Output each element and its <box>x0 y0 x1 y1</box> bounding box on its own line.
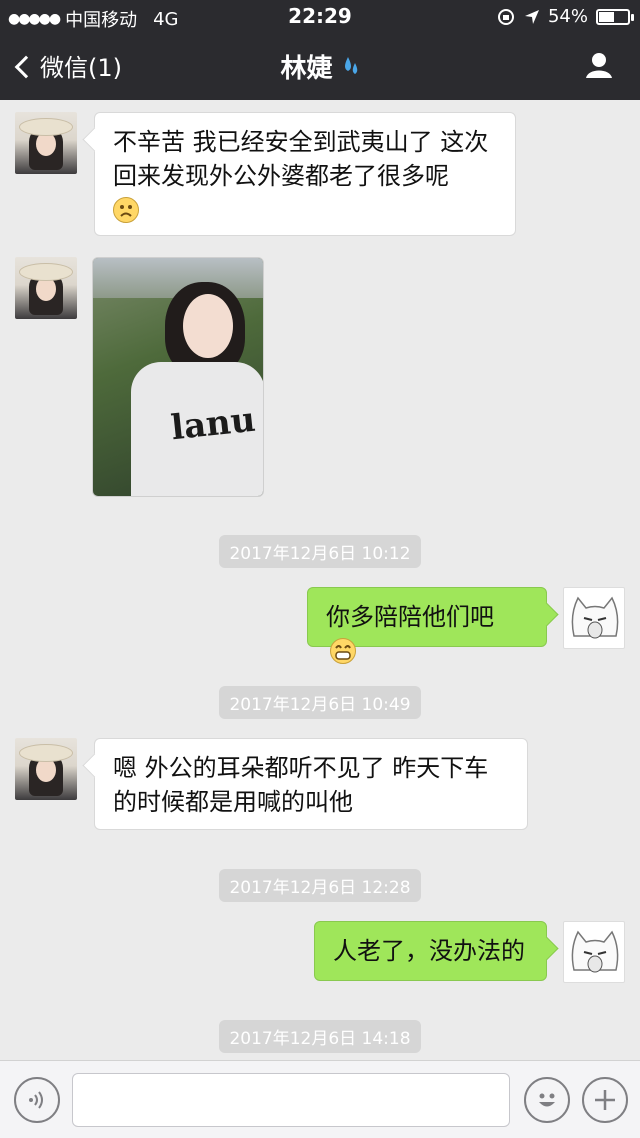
input-bar <box>0 1060 640 1138</box>
message-text: 不辛苦 我已经安全到武夷山了 这次回来发现外公外婆都老了很多呢 <box>113 128 489 190</box>
sad-face-emoji-icon <box>113 197 139 223</box>
my-avatar[interactable] <box>563 587 625 649</box>
plus-button[interactable] <box>582 1077 628 1123</box>
message-text: 你多陪陪他们吧 <box>326 603 494 631</box>
chat-title: 林婕 <box>0 48 640 85</box>
outgoing-message[interactable]: 人老了，没办法的 <box>314 921 547 981</box>
message-text: 人老了，没办法的 <box>333 937 525 965</box>
incoming-message[interactable]: 不辛苦 我已经安全到武夷山了 这次回来发现外公外婆都老了很多呢 <box>94 112 516 236</box>
cat-face-icon <box>571 596 619 639</box>
rotation-lock-icon <box>497 8 514 25</box>
message-input[interactable] <box>72 1073 510 1127</box>
emoji-icon <box>539 1093 555 1107</box>
timestamp: 2017年12月6日 10:12 <box>0 535 640 568</box>
voice-button[interactable] <box>14 1077 60 1123</box>
timestamp-text: 2017年12月6日 14:18 <box>219 1020 421 1053</box>
emoji-button[interactable] <box>524 1077 570 1123</box>
incoming-message[interactable]: 嗯 外公的耳朵都听不见了 昨天下车的时候都是用喊的叫他 <box>94 738 528 830</box>
cat-face-icon <box>571 930 619 973</box>
timestamp-text: 2017年12月6日 12:28 <box>219 869 421 902</box>
battery-icon <box>596 8 634 25</box>
battery-percent: 54% <box>547 6 588 27</box>
contact-avatar[interactable] <box>15 112 77 174</box>
photo-message[interactable]: lanu <box>92 257 264 497</box>
plus-icon <box>595 1090 615 1110</box>
profile-icon[interactable] <box>584 50 614 80</box>
contact-name: 林婕 <box>280 54 333 84</box>
timestamp-text: 2017年12月6日 10:12 <box>219 535 421 568</box>
timestamp: 2017年12月6日 12:28 <box>0 869 640 902</box>
contact-avatar[interactable] <box>15 738 77 800</box>
voice-icon <box>29 1091 43 1109</box>
contact-avatar[interactable] <box>15 257 77 319</box>
nav-bar: 微信(1) 林婕 <box>0 34 640 100</box>
status-bar: ●●●●● 中国移动 4G 22:29 54% <box>0 0 640 34</box>
location-arrow-icon <box>524 9 539 24</box>
top-bar: ●●●●● 中国移动 4G 22:29 54% 微信(1) 林婕 <box>0 0 640 100</box>
timestamp: 2017年12月6日 10:49 <box>0 686 640 719</box>
timestamp: 2017年12月6日 14:18 <box>0 1020 640 1053</box>
my-avatar[interactable] <box>563 921 625 983</box>
message-text: 嗯 外公的耳朵都听不见了 昨天下车的时候都是用喊的叫他 <box>113 754 489 816</box>
outgoing-message[interactable]: 你多陪陪他们吧 <box>307 587 547 664</box>
grin-emoji-icon <box>330 638 356 664</box>
timestamp-text: 2017年12月6日 10:49 <box>219 686 421 719</box>
sweat-drops-icon <box>344 57 357 74</box>
